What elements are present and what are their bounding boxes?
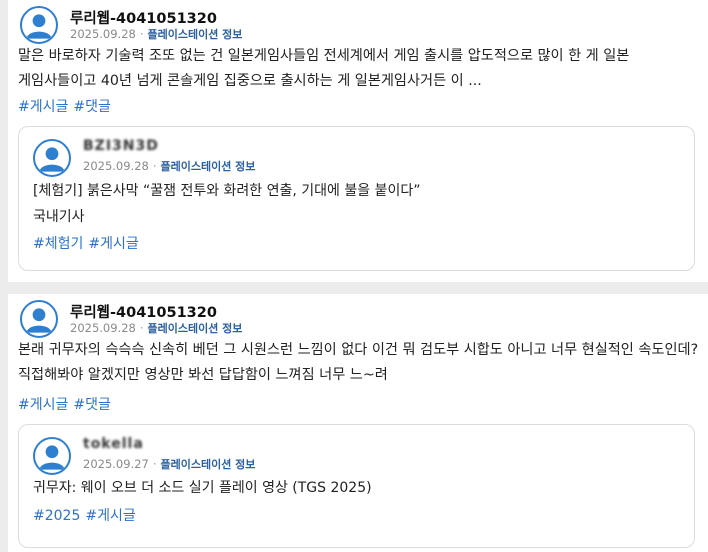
quoted-post-meta: 2025.09.28 · 플레이스테이션 정보 [83, 158, 255, 174]
tag-link[interactable]: #댓글 [73, 99, 111, 115]
quoted-board-link[interactable]: 플레이스테이션 정보 [161, 458, 256, 471]
quoted-post-title[interactable]: [체험기] 붉은사막 “꿀잼 전투와 화려한 연출, 기대에 불을 붙이다” [33, 178, 683, 204]
avatar-icon[interactable] [20, 300, 58, 338]
tag-link[interactable]: #게시글 [85, 508, 135, 524]
comment-body[interactable]: 말은 바로하자 기술력 조또 없는 건 일본게임사들임 전세계에서 게임 출시를… [18, 44, 702, 94]
quoted-post-meta: 2025.09.27 · 플레이스테이션 정보 [83, 456, 255, 472]
board-link[interactable]: 플레이스테이션 정보 [148, 322, 243, 335]
author-name[interactable]: 루리웹-4041051320 [70, 301, 217, 322]
quoted-post-category: 국내기사 [33, 209, 85, 225]
tag-link[interactable]: #게시글 [18, 397, 68, 413]
tag-link[interactable]: #체험기 [33, 236, 83, 252]
quoted-author-name[interactable]: BZI3N3D [83, 138, 159, 154]
comment-body[interactable]: 본래 귀무자의 슥슥슥 신속히 베던 그 시원스런 느낌이 없다 이건 뭐 검도… [18, 338, 702, 388]
tag-link[interactable]: #게시글 [18, 99, 68, 115]
post-meta: 2025.09.28 · 플레이스테이션 정보 [70, 320, 242, 336]
post-meta: 2025.09.28 · 플레이스테이션 정보 [70, 26, 242, 42]
post-date: 2025.09.28 [70, 27, 136, 41]
tag-list: #게시글 #댓글 [18, 96, 116, 116]
quoted-post-card[interactable]: BZI3N3D 2025.09.28 · 플레이스테이션 정보 [체험기] 붉은사막… [18, 126, 695, 271]
feed-item: 루리웹-4041051320 2025.09.28 · 플레이스테이션 정보 말은 … [8, 0, 708, 282]
meta-separator: · [152, 457, 157, 471]
quoted-post-card[interactable]: tokella 2025.09.27 · 플레이스테이션 정보 귀무자: 웨이 오브… [18, 424, 695, 548]
quoted-board-link[interactable]: 플레이스테이션 정보 [161, 160, 256, 173]
quoted-post-title[interactable]: 귀무자: 웨이 오브 더 소드 실기 플레이 영상 (TGS 2025) [33, 475, 683, 501]
avatar-icon[interactable] [33, 139, 71, 177]
board-link[interactable]: 플레이스테이션 정보 [148, 28, 243, 41]
avatar-icon[interactable] [33, 437, 71, 475]
meta-separator: · [139, 321, 144, 335]
tag-list: #게시글 #댓글 [18, 394, 116, 414]
quoted-post-date: 2025.09.28 [83, 159, 149, 173]
quoted-tag-list: #체험기 #게시글 [33, 233, 144, 253]
meta-separator: · [152, 159, 157, 173]
tag-link[interactable]: #댓글 [73, 397, 111, 413]
quoted-post-date: 2025.09.27 [83, 457, 149, 471]
tag-link[interactable]: #게시글 [88, 236, 138, 252]
post-date: 2025.09.28 [70, 321, 136, 335]
author-name[interactable]: 루리웹-4041051320 [70, 7, 217, 28]
quoted-author-name[interactable]: tokella [83, 436, 144, 452]
feed-item: 루리웹-4041051320 2025.09.28 · 플레이스테이션 정보 본래 … [8, 294, 708, 552]
quoted-tag-list: #2025 #게시글 [33, 505, 141, 525]
tag-link[interactable]: #2025 [33, 508, 80, 524]
meta-separator: · [139, 27, 144, 41]
avatar-icon[interactable] [20, 6, 58, 44]
